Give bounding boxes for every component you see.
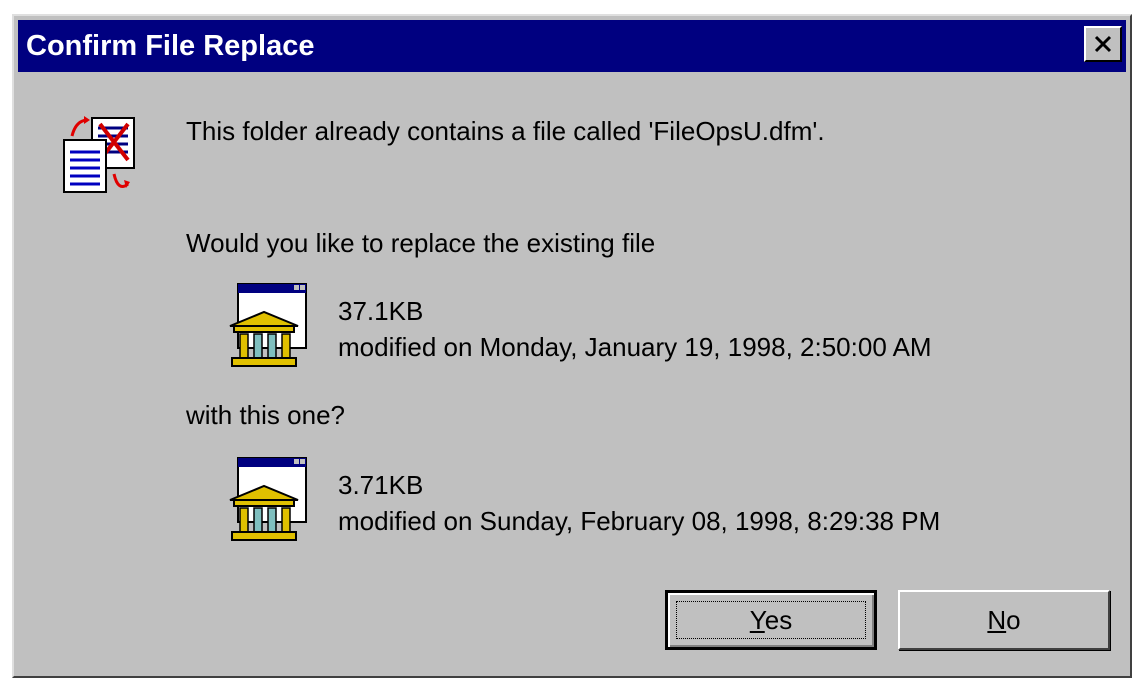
new-file-modified: modified on Sunday, February 08, 1998, 8… <box>338 506 941 536</box>
no-button[interactable]: No <box>898 590 1110 650</box>
close-icon <box>1094 35 1112 53</box>
confirm-file-replace-dialog: Confirm File Replace This folder already… <box>12 14 1132 678</box>
focus-ring <box>676 601 866 639</box>
existing-file-size: 37.1KB <box>338 296 424 326</box>
title-bar[interactable]: Confirm File Replace <box>18 20 1126 72</box>
replace-question: Would you like to replace the existing f… <box>186 228 656 258</box>
dialog-title: Confirm File Replace <box>26 30 315 62</box>
yes-button[interactable]: Yes <box>665 590 877 650</box>
application-file-icon <box>229 457 307 541</box>
file-replace-icon <box>63 116 135 193</box>
close-button[interactable] <box>1084 26 1122 62</box>
no-mnemonic: N <box>987 604 1007 635</box>
with-prompt: with this one? <box>186 400 345 430</box>
message-line: This folder already contains a file call… <box>186 116 825 146</box>
no-label: No <box>987 605 1020 636</box>
new-file-size: 3.71KB <box>338 470 424 500</box>
no-label-rest: o <box>1006 604 1021 635</box>
application-file-icon <box>229 283 307 367</box>
existing-file-modified: modified on Monday, January 19, 1998, 2:… <box>338 332 932 362</box>
